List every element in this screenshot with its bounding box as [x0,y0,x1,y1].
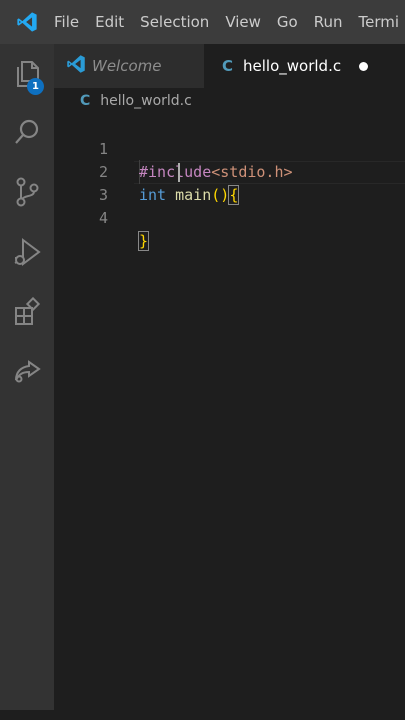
menu-view[interactable]: View [217,0,269,44]
tab-hello-world-c-label: hello_world.c [243,57,342,75]
code-line-1[interactable]: 1 #include<stdio.h> [54,115,405,181]
menu-edit[interactable]: Edit [87,0,132,44]
code-line-3[interactable]: 3 [54,161,405,204]
vscode-logo-icon [0,0,54,44]
code-editor[interactable]: 1 #include<stdio.h> 2 int main(){ 3 4 } [54,114,405,710]
code-text: } [137,230,150,253]
code-line-2[interactable]: 2 int main(){ [54,138,405,205]
activity-bar: 1 [0,44,54,720]
bottom-strip [0,710,405,720]
live-share-icon[interactable] [0,346,54,398]
menu-file[interactable]: File [54,0,87,44]
tab-hello-world-c[interactable]: C hello_world.c [204,44,405,88]
files-icon[interactable]: 1 [0,48,54,100]
run-debug-icon[interactable] [0,226,54,278]
menu-run[interactable]: Run [306,0,351,44]
menu-terminal[interactable]: Termi [351,0,405,44]
line-number: 4 [98,209,108,227]
vscode-logo-icon [66,54,86,78]
vscode-window: File Edit Selection View Go Run Termi 1 [0,0,405,720]
close-brace: } [137,231,150,251]
tab-welcome[interactable]: Welcome [54,44,204,88]
breadcrumb[interactable]: C hello_world.c [54,88,405,114]
breadcrumb-file[interactable]: hello_world.c [100,93,192,109]
unsaved-dot-icon[interactable] [359,61,369,71]
explorer-badge: 1 [27,78,44,95]
text-cursor [178,163,180,182]
code-line-4[interactable]: 4 } [54,184,405,251]
menu-selection[interactable]: Selection [132,0,217,44]
source-control-icon[interactable] [0,166,54,218]
c-file-icon: C [222,57,234,75]
menu-go[interactable]: Go [269,0,306,44]
c-file-icon: C [80,93,91,109]
extensions-icon[interactable] [0,286,54,338]
search-icon[interactable] [0,106,54,158]
menu-bar: File Edit Selection View Go Run Termi [0,0,405,44]
editor-tab-bar: Welcome C hello_world.c [54,44,405,88]
tab-welcome-label: Welcome [92,57,162,75]
